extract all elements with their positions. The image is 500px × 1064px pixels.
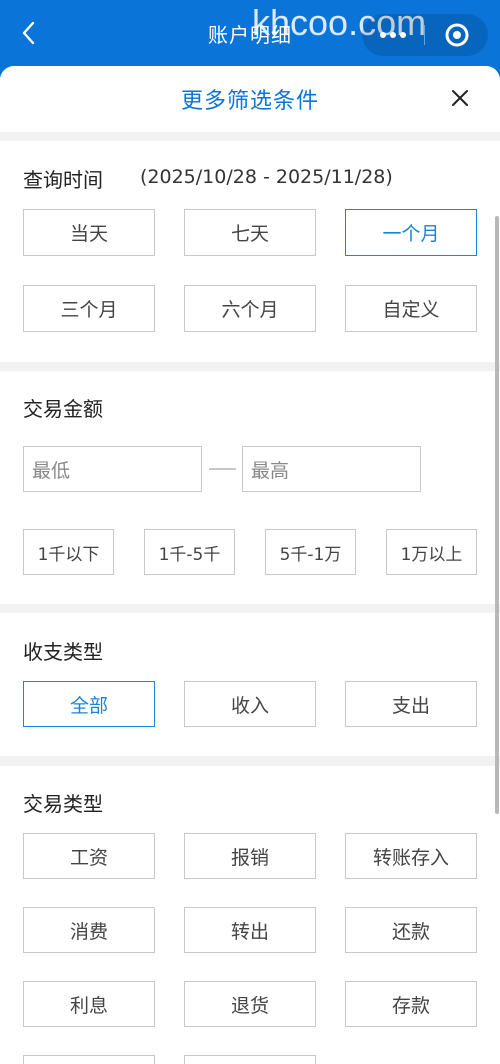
mini-program-capsule (362, 14, 488, 56)
flow-section (0, 613, 500, 756)
scrollbar[interactable] (495, 216, 499, 814)
txn-section (0, 766, 500, 1064)
target-icon[interactable] (425, 22, 488, 48)
amount-section (0, 371, 500, 604)
more-dots-icon[interactable] (362, 32, 424, 38)
top-bar: 账户明细 khcoo.com (0, 0, 500, 66)
time-section (0, 141, 500, 362)
sheet-title: 更多筛选条件 (180, 89, 319, 114)
close-icon[interactable] (446, 84, 474, 112)
sheet-header: 更多筛选条件 (0, 66, 500, 132)
filter-sheet: 更多筛选条件 (0, 66, 500, 1064)
